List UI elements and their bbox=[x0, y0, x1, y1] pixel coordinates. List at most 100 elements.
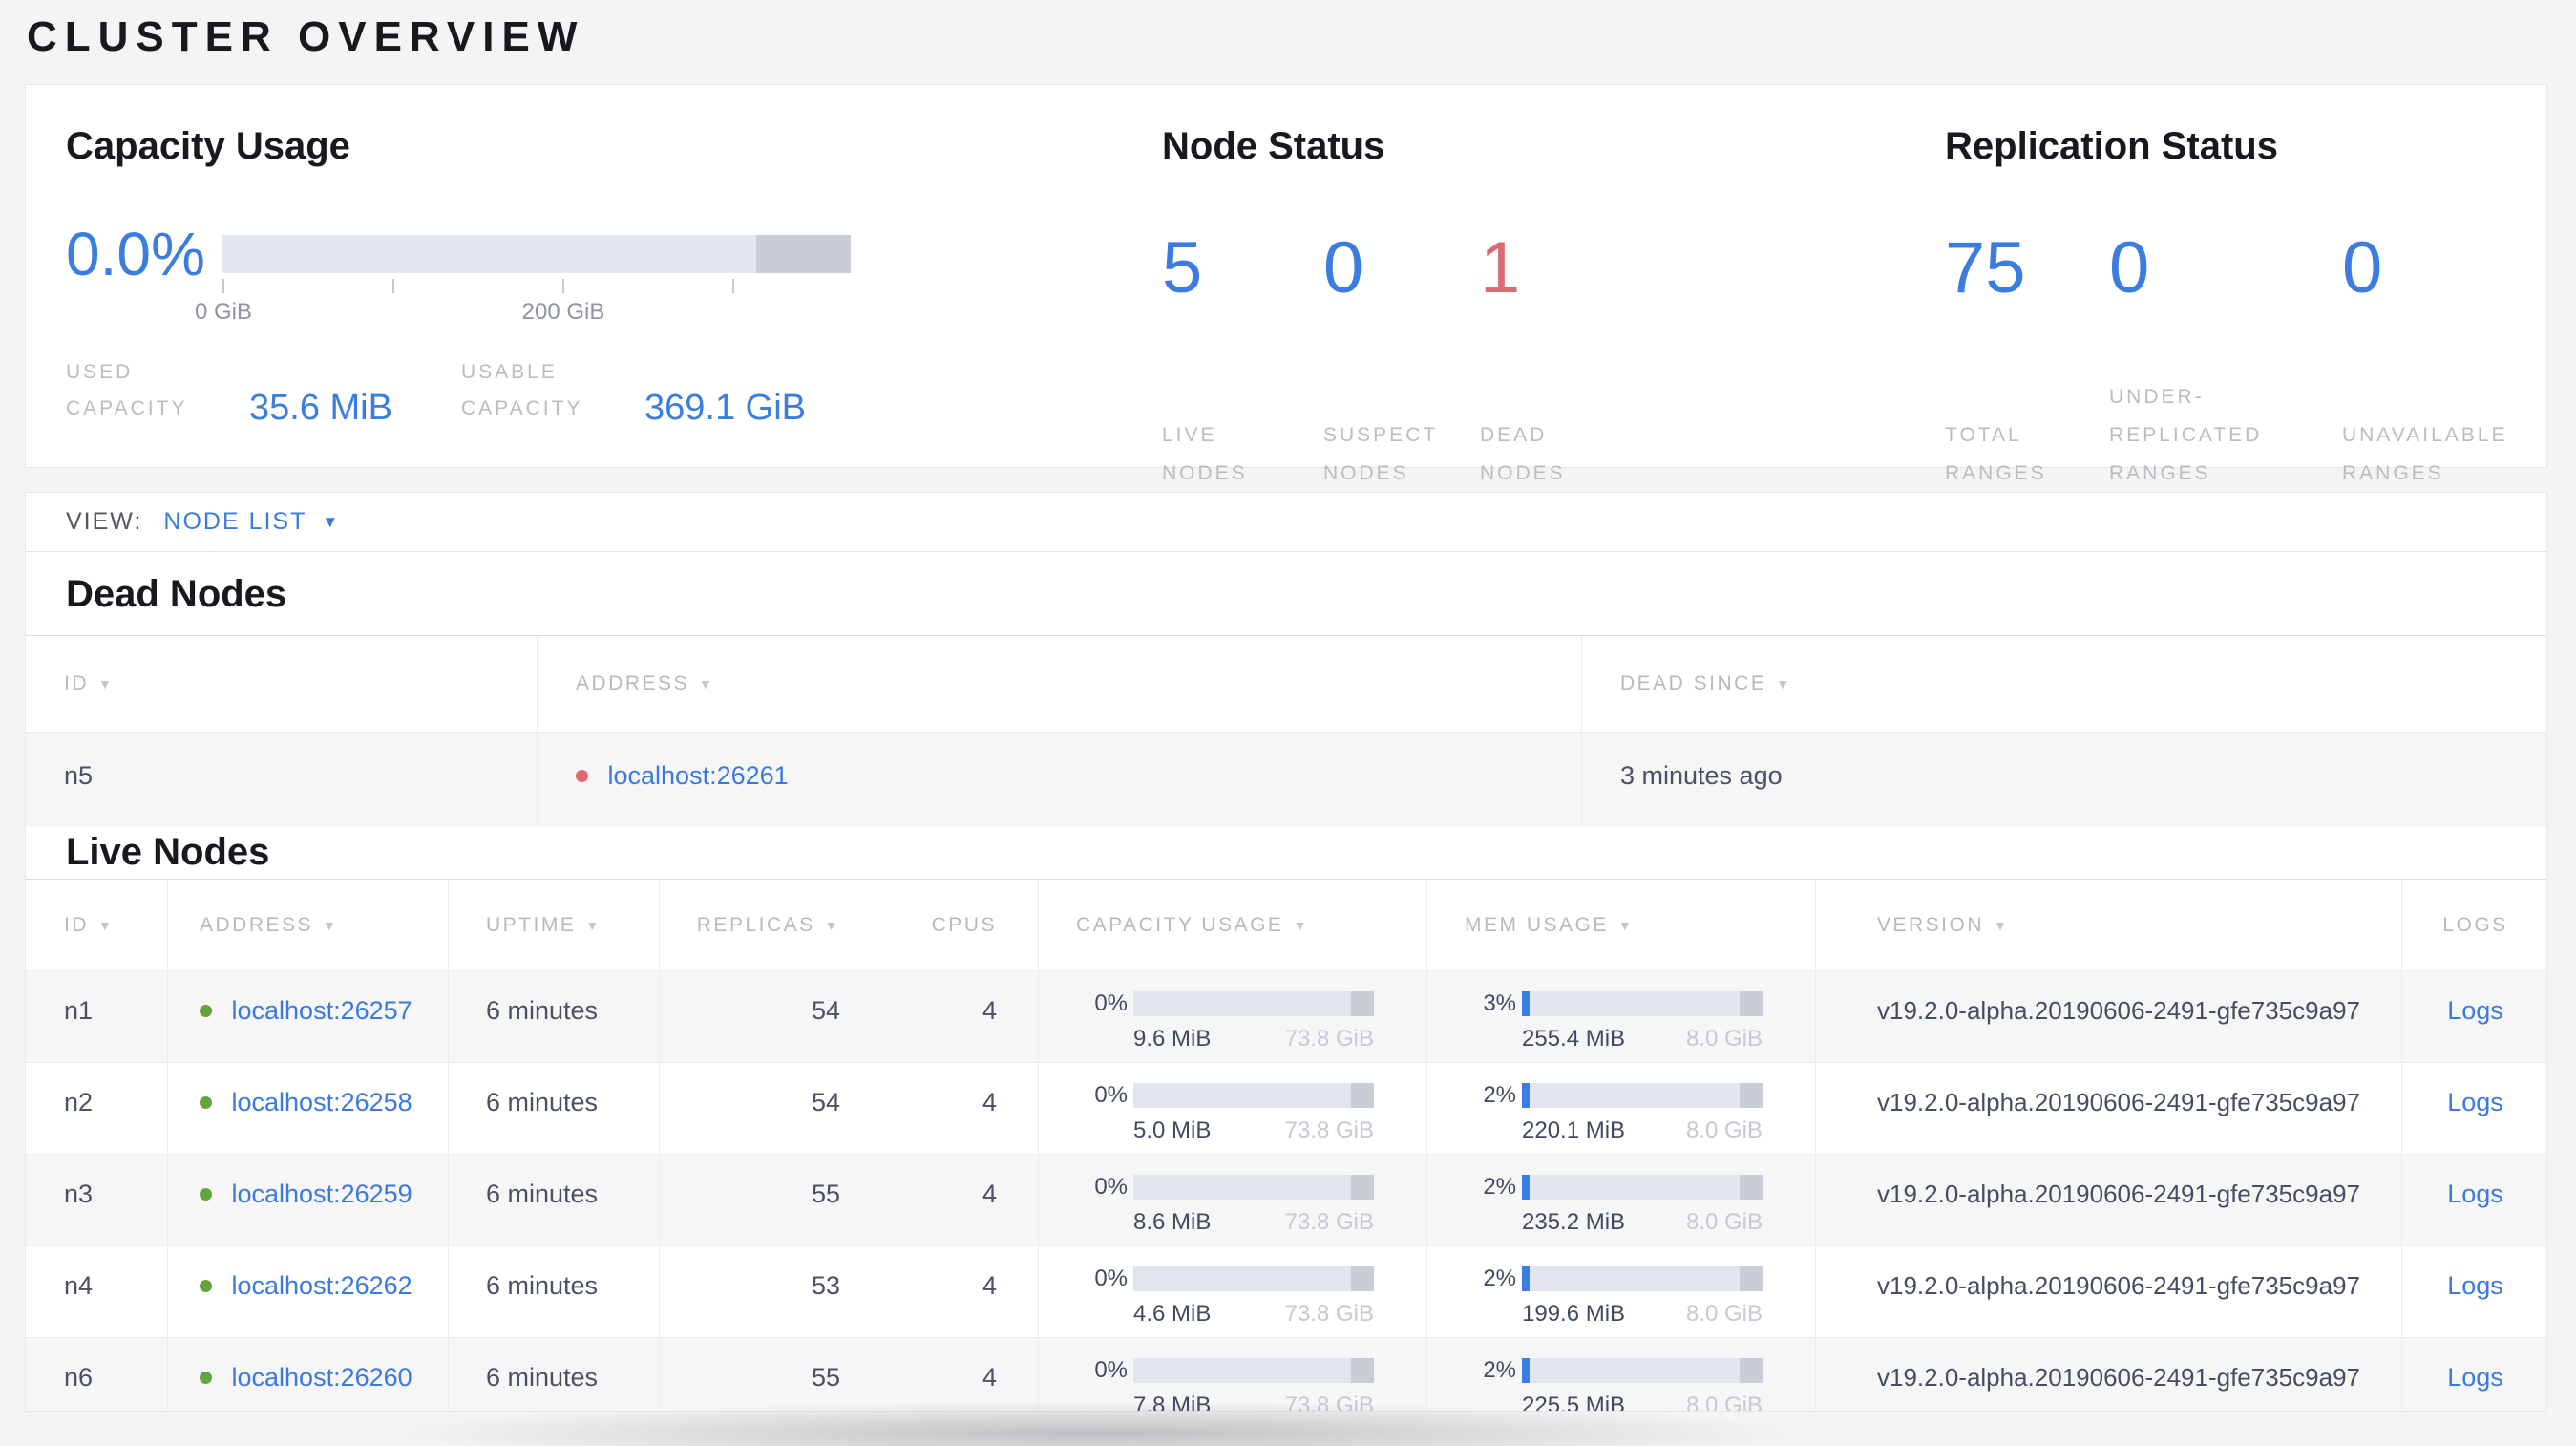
mem-pct: 3% bbox=[1483, 990, 1516, 1016]
view-select-dropdown[interactable]: NODE LIST ▼ bbox=[163, 508, 338, 536]
dead-nodes-table: ID ▼ ADDRESS ▼ DEAD SINCE ▼ n5 localhost… bbox=[26, 635, 2546, 827]
usable-capacity-value: 369.1 GiB bbox=[644, 388, 806, 428]
chevron-down-icon: ▼ bbox=[322, 512, 339, 531]
sort-arrow-icon: ▼ bbox=[585, 917, 602, 933]
dead-col-id[interactable]: ID ▼ bbox=[26, 636, 537, 732]
live-col-mem[interactable]: MEM USAGE ▼ bbox=[1426, 880, 1815, 970]
capacity-usage-bar bbox=[1133, 1358, 1374, 1383]
logs-link[interactable]: Logs bbox=[2447, 1363, 2503, 1392]
capacity-bar-tail bbox=[756, 235, 851, 273]
node-id: n1 bbox=[64, 996, 94, 1025]
live-nodes-section-title: Live Nodes bbox=[66, 831, 270, 873]
node-capacity-usage: 0% 8.6 MiB 73.8 GiB bbox=[1038, 1155, 1426, 1245]
live-status-dot-icon bbox=[200, 1372, 212, 1384]
node-uptime: 6 minutes bbox=[448, 1246, 659, 1337]
capacity-used: 9.6 MiB bbox=[1133, 1026, 1212, 1052]
capacity-usage-bar bbox=[1133, 1266, 1374, 1291]
dead-nodes-count: 1 bbox=[1480, 227, 1521, 308]
view-label: VIEW: bbox=[66, 508, 143, 535]
live-col-cpus[interactable]: CPUS bbox=[897, 880, 1038, 970]
mem-usage-bar bbox=[1522, 1266, 1763, 1291]
sort-arrow-icon: ▼ bbox=[1776, 676, 1792, 691]
live-col-capacity-label: CAPACITY USAGE bbox=[1076, 913, 1284, 936]
sort-arrow-icon: ▼ bbox=[1617, 917, 1635, 933]
under-replicated-stat: 0 UNDER-REPLICATED RANGES bbox=[2109, 125, 2310, 493]
live-status-dot-icon bbox=[200, 1005, 212, 1017]
bar-tail bbox=[1351, 1358, 1374, 1383]
sort-arrow-icon: ▼ bbox=[1293, 917, 1309, 933]
dead-col-address[interactable]: ADDRESS ▼ bbox=[537, 636, 1581, 732]
live-nodes-count: 5 bbox=[1162, 227, 1203, 308]
mem-total: 8.0 GiB bbox=[1685, 1026, 1763, 1052]
live-col-uptime[interactable]: UPTIME ▼ bbox=[448, 880, 659, 970]
node-id: n4 bbox=[64, 1271, 94, 1300]
logs-link[interactable]: Logs bbox=[2447, 996, 2503, 1025]
capacity-total: 73.8 GiB bbox=[1284, 1117, 1374, 1143]
node-capacity-usage: 0% 7.8 MiB 73.8 GiB bbox=[1038, 1338, 1426, 1412]
live-col-address[interactable]: ADDRESS ▼ bbox=[167, 880, 448, 970]
suspect-nodes-stat: 0 SUSPECT NODES bbox=[1323, 125, 1476, 493]
node-mem-usage: 2% 220.1 MiB 8.0 GiB bbox=[1426, 1063, 1815, 1154]
node-version: v19.2.0-alpha.20190606-2491-gfe735c9a97 bbox=[1815, 1155, 2401, 1245]
node-uptime: 6 minutes bbox=[448, 1155, 659, 1245]
bar-tail bbox=[1740, 1358, 1763, 1383]
dead-node-address-link[interactable]: localhost:26261 bbox=[608, 761, 789, 790]
sort-arrow-icon: ▼ bbox=[1994, 917, 2010, 933]
node-mem-usage: 3% 255.4 MiB 8.0 GiB bbox=[1426, 971, 1815, 1062]
logs-link[interactable]: Logs bbox=[2447, 1180, 2503, 1208]
live-status-dot-icon bbox=[200, 1188, 212, 1201]
dead-col-dead-since[interactable]: DEAD SINCE ▼ bbox=[1581, 636, 2546, 732]
node-replicas: 55 bbox=[659, 1155, 897, 1245]
logs-link[interactable]: Logs bbox=[2447, 1088, 2503, 1116]
mem-usage-bar bbox=[1522, 1175, 1763, 1200]
node-replicas: 54 bbox=[659, 971, 897, 1062]
total-ranges-label: TOTAL RANGES bbox=[1945, 424, 2047, 484]
total-ranges-count: 75 bbox=[1945, 227, 2026, 308]
logs-link[interactable]: Logs bbox=[2447, 1271, 2503, 1300]
dead-nodes-stat: 1 DEAD NODES bbox=[1480, 125, 1614, 493]
live-nodes-label: LIVE NODES bbox=[1162, 424, 1248, 484]
live-col-id[interactable]: ID ▼ bbox=[26, 880, 167, 970]
suspect-nodes-label: SUSPECT NODES bbox=[1323, 424, 1438, 484]
capacity-usage-bar bbox=[1133, 1175, 1374, 1200]
node-address-link[interactable]: localhost:26260 bbox=[232, 1363, 412, 1392]
node-version: v19.2.0-alpha.20190606-2491-gfe735c9a97 bbox=[1815, 1246, 2401, 1337]
cluster-summary-panel: Capacity Usage 0.0% 0 GiB 200 GiB USED C… bbox=[25, 84, 2547, 484]
node-capacity-usage: 0% 9.6 MiB 73.8 GiB bbox=[1038, 971, 1426, 1062]
capacity-total: 73.8 GiB bbox=[1284, 1393, 1374, 1412]
live-col-version-label: VERSION bbox=[1877, 913, 1985, 936]
node-address-link[interactable]: localhost:26258 bbox=[232, 1088, 412, 1116]
axis-tick-label: 200 GiB bbox=[521, 299, 605, 325]
bar-tail bbox=[1740, 1175, 1763, 1200]
bar-tail bbox=[1351, 991, 1374, 1016]
node-address-cell: localhost:26259 bbox=[167, 1155, 448, 1245]
cluster-overview-page: CLUSTER OVERVIEW Capacity Usage 0.0% 0 G… bbox=[0, 0, 2576, 1446]
axis-tick bbox=[732, 279, 734, 293]
bar-tail bbox=[1740, 1266, 1763, 1291]
live-col-version[interactable]: VERSION ▼ bbox=[1815, 880, 2401, 970]
node-address-link[interactable]: localhost:26257 bbox=[232, 996, 412, 1025]
live-status-dot-icon bbox=[200, 1280, 212, 1292]
bar-fill bbox=[1522, 1175, 1530, 1200]
capacity-pct: 0% bbox=[1094, 1174, 1128, 1200]
capacity-percent: 0.0% bbox=[66, 220, 205, 288]
node-mem-usage: 2% 235.2 MiB 8.0 GiB bbox=[1426, 1155, 1815, 1245]
capacity-usage-bar bbox=[1133, 991, 1374, 1016]
live-col-replicas[interactable]: REPLICAS ▼ bbox=[659, 880, 897, 970]
under-replicated-count: 0 bbox=[2109, 227, 2150, 308]
mem-pct: 2% bbox=[1483, 1174, 1516, 1200]
node-uptime: 6 minutes bbox=[448, 971, 659, 1062]
node-address-link[interactable]: localhost:26262 bbox=[232, 1271, 412, 1300]
live-col-capacity[interactable]: CAPACITY USAGE ▼ bbox=[1038, 880, 1426, 970]
live-col-id-label: ID bbox=[64, 913, 89, 936]
node-cpus: 4 bbox=[897, 971, 1038, 1062]
bar-tail bbox=[1351, 1266, 1374, 1291]
node-id: n2 bbox=[64, 1088, 94, 1116]
mem-used: 199.6 MiB bbox=[1522, 1301, 1626, 1327]
bar-fill bbox=[1522, 991, 1530, 1016]
live-col-uptime-label: UPTIME bbox=[486, 913, 577, 936]
node-address-link[interactable]: localhost:26259 bbox=[232, 1180, 412, 1208]
mem-total: 8.0 GiB bbox=[1685, 1301, 1763, 1327]
bar-fill bbox=[1522, 1358, 1530, 1383]
under-replicated-label: UNDER-REPLICATED RANGES bbox=[2109, 386, 2263, 484]
